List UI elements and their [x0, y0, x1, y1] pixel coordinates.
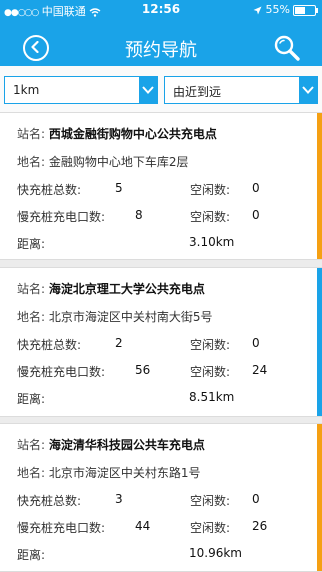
distance-value: 10.96km: [189, 546, 242, 560]
distance-value: 3.10km: [189, 235, 235, 249]
distance-label: 距离:: [17, 237, 46, 251]
header: ●●○○○ 中国联通 12:56 55% 预约导航: [0, 0, 322, 66]
fast-free-value: 0: [252, 492, 260, 506]
slow-total-label: 慢充桩充电口数:: [17, 521, 106, 535]
address-label: 地名:: [17, 155, 46, 169]
chevron-down-icon: [139, 77, 157, 103]
slow-free-label: 空闲数:: [190, 210, 231, 224]
nav-bar: 预约导航: [0, 20, 322, 66]
station-card[interactable]: 站名: 西城金融街购物中心公共充电点 地名: 金融购物中心地下车库2层 快充桩总…: [0, 112, 322, 260]
slow-free-value: 0: [252, 208, 260, 222]
distance-select-value: 1km: [13, 83, 40, 97]
slow-total-label: 慢充桩充电口数:: [17, 365, 106, 379]
search-button[interactable]: [272, 34, 302, 64]
station-name: 海淀北京理工大学公共充电点: [48, 282, 205, 296]
fast-total-label: 快充桩总数:: [17, 338, 82, 352]
station-name-label: 站名:: [17, 127, 46, 141]
distance-label: 距离:: [17, 548, 46, 562]
slow-free-label: 空闲数:: [190, 521, 231, 535]
search-icon: [274, 35, 300, 61]
address-label: 地名:: [17, 310, 46, 324]
slow-free-value: 26: [252, 519, 268, 533]
address-label: 地名:: [17, 466, 46, 480]
fast-free-label: 空闲数:: [190, 183, 231, 197]
fast-total-value: 3: [115, 492, 123, 506]
card-accent-bar: [317, 268, 322, 416]
station-name: 西城金融街购物中心公共充电点: [48, 127, 217, 141]
battery-percent: 55%: [265, 3, 290, 16]
fast-free-value: 0: [252, 336, 260, 350]
fast-free-label: 空闲数:: [190, 494, 231, 508]
station-address: 北京市海淀区中关村东路1号: [48, 466, 201, 480]
slow-total-value: 44: [135, 519, 151, 533]
slow-free-value: 24: [252, 363, 268, 377]
station-address: 金融购物中心地下车库2层: [48, 155, 189, 169]
station-name: 海淀清华科技园公共车充电点: [48, 438, 205, 452]
card-accent-bar: [317, 113, 322, 259]
fast-total-label: 快充桩总数:: [17, 494, 82, 508]
chevron-down-icon: [299, 77, 317, 103]
station-name-label: 站名:: [17, 282, 46, 296]
location-icon: [253, 3, 266, 16]
card-accent-bar: [317, 424, 322, 571]
station-card[interactable]: 站名: 海淀北京理工大学公共充电点 地名: 北京市海淀区中关村南大街5号 快充桩…: [0, 267, 322, 417]
station-card[interactable]: 站名: 海淀清华科技园公共车充电点 地名: 北京市海淀区中关村东路1号 快充桩总…: [0, 423, 322, 572]
slow-total-value: 8: [135, 208, 143, 222]
station-name-label: 站名:: [17, 438, 46, 452]
fast-total-value: 2: [115, 336, 123, 350]
battery-icon: [293, 5, 318, 16]
fast-free-label: 空闲数:: [190, 338, 231, 352]
distance-value: 8.51km: [189, 390, 235, 404]
slow-total-value: 56: [135, 363, 151, 377]
distance-select[interactable]: 1km: [4, 76, 158, 104]
station-address: 北京市海淀区中关村南大街5号: [48, 310, 213, 324]
fast-total-label: 快充桩总数:: [17, 183, 82, 197]
slow-total-label: 慢充桩充电口数:: [17, 210, 106, 224]
filter-bar: 1km 由近到远: [0, 66, 322, 115]
distance-label: 距离:: [17, 392, 46, 406]
slow-free-label: 空闲数:: [190, 365, 231, 379]
fast-total-value: 5: [115, 181, 123, 195]
fast-free-value: 0: [252, 181, 260, 195]
status-bar: ●●○○○ 中国联通 12:56 55%: [0, 0, 322, 20]
sort-select[interactable]: 由近到远: [164, 76, 318, 104]
sort-select-value: 由近到远: [173, 85, 222, 99]
